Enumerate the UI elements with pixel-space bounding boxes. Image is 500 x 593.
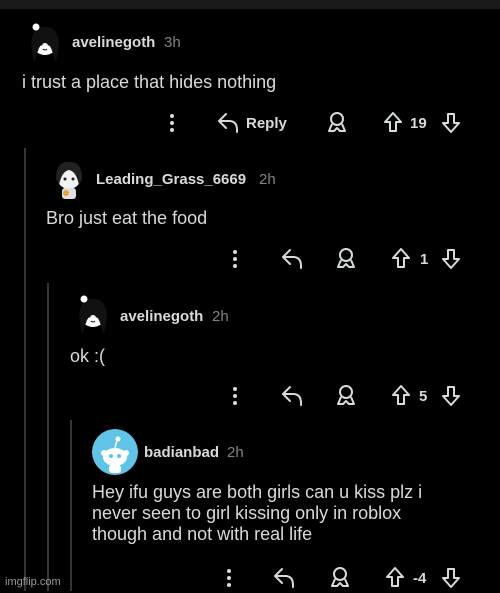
comment: avelinegoth 2h ok :( 5: [0, 280, 500, 416]
avatar[interactable]: [70, 290, 116, 336]
watermark: imgflip.com: [5, 576, 61, 588]
upvote-icon: [392, 385, 410, 405]
comment-body: ok :(: [70, 346, 106, 366]
vote-score: 5: [419, 388, 428, 405]
reply-label: Reply: [246, 114, 287, 132]
comment-body-line: never seen to girl kissing only in roblo…: [92, 503, 402, 523]
comment-username[interactable]: badianbad: [144, 444, 219, 461]
comment-timestamp: 2h: [259, 171, 276, 188]
upvote-button[interactable]: [390, 246, 412, 272]
downvote-button[interactable]: [440, 110, 462, 136]
comment-body: i trust a place that hides nothing: [22, 72, 277, 92]
more-options-button[interactable]: [165, 110, 179, 136]
downvote-button[interactable]: [440, 246, 462, 272]
comment-body-line: Hey ifu guys are both girls can u kiss p…: [92, 482, 423, 502]
reply-arrow-icon: [274, 568, 294, 588]
downvote-icon: [442, 386, 460, 406]
reply-arrow-icon: [282, 386, 302, 406]
comment-body-line: though and not with real life: [92, 524, 313, 544]
reply-button[interactable]: [272, 565, 296, 591]
downvote-icon: [442, 249, 460, 269]
snoo-avatar-icon: [92, 429, 138, 475]
comment-actions: 1: [0, 246, 500, 274]
comment-username[interactable]: avelinegoth: [120, 308, 203, 325]
avatar[interactable]: [22, 18, 68, 64]
award-button[interactable]: [329, 565, 351, 591]
downvote-button[interactable]: [440, 565, 462, 591]
award-icon: [337, 385, 355, 405]
upvote-button[interactable]: [390, 383, 412, 409]
comment: Leading_Grass_6669 2h Bro just eat the f…: [0, 145, 500, 280]
comment: badianbad 2h Hey ifu guys are both girls…: [0, 416, 500, 591]
anime-girl-avatar-icon: [46, 155, 92, 201]
avatar[interactable]: [92, 429, 138, 475]
award-icon: [328, 112, 346, 132]
comment-timestamp: 2h: [212, 308, 229, 325]
comment-actions: -4: [0, 565, 500, 593]
more-vertical-icon: [170, 114, 174, 132]
anime-girl-avatar-icon: [22, 18, 68, 64]
more-vertical-icon: [233, 250, 237, 268]
award-button[interactable]: [335, 246, 357, 272]
avatar[interactable]: [46, 155, 92, 201]
comment-timestamp: 3h: [164, 34, 181, 51]
award-icon: [331, 567, 349, 587]
reply-button[interactable]: [280, 246, 304, 272]
comment: avelinegoth 3h i trust a place that hide…: [0, 0, 500, 145]
award-button[interactable]: [326, 110, 348, 136]
comment-body: Hey ifu guys are both girls can u kiss p…: [92, 482, 492, 545]
comment-body: Bro just eat the food: [46, 208, 208, 228]
reply-button[interactable]: Reply: [216, 110, 287, 136]
reply-arrow-icon: [218, 113, 238, 133]
award-icon: [337, 248, 355, 268]
comment-timestamp: 2h: [227, 444, 244, 461]
comment-username[interactable]: Leading_Grass_6669: [96, 171, 246, 188]
comment-actions: 5: [0, 383, 500, 411]
upvote-icon: [392, 248, 410, 268]
upvote-icon: [384, 112, 402, 132]
vote-score: 19: [410, 115, 427, 132]
more-vertical-icon: [233, 387, 237, 405]
upvote-icon: [386, 567, 404, 587]
comment-actions: Reply 19: [0, 110, 500, 138]
downvote-icon: [442, 113, 460, 133]
more-options-button[interactable]: [228, 246, 242, 272]
vote-score: 1: [420, 251, 429, 268]
reply-arrow-icon: [282, 249, 302, 269]
more-options-button[interactable]: [228, 383, 242, 409]
reply-button[interactable]: [280, 383, 304, 409]
vote-score: -4: [413, 570, 427, 587]
downvote-icon: [442, 568, 460, 588]
anime-girl-avatar-icon: [70, 290, 116, 336]
upvote-button[interactable]: [382, 110, 404, 136]
downvote-button[interactable]: [440, 383, 462, 409]
comment-username[interactable]: avelinegoth: [72, 34, 155, 51]
more-options-button[interactable]: [222, 565, 236, 591]
award-button[interactable]: [335, 383, 357, 409]
more-vertical-icon: [227, 569, 231, 587]
upvote-button[interactable]: [384, 565, 406, 591]
